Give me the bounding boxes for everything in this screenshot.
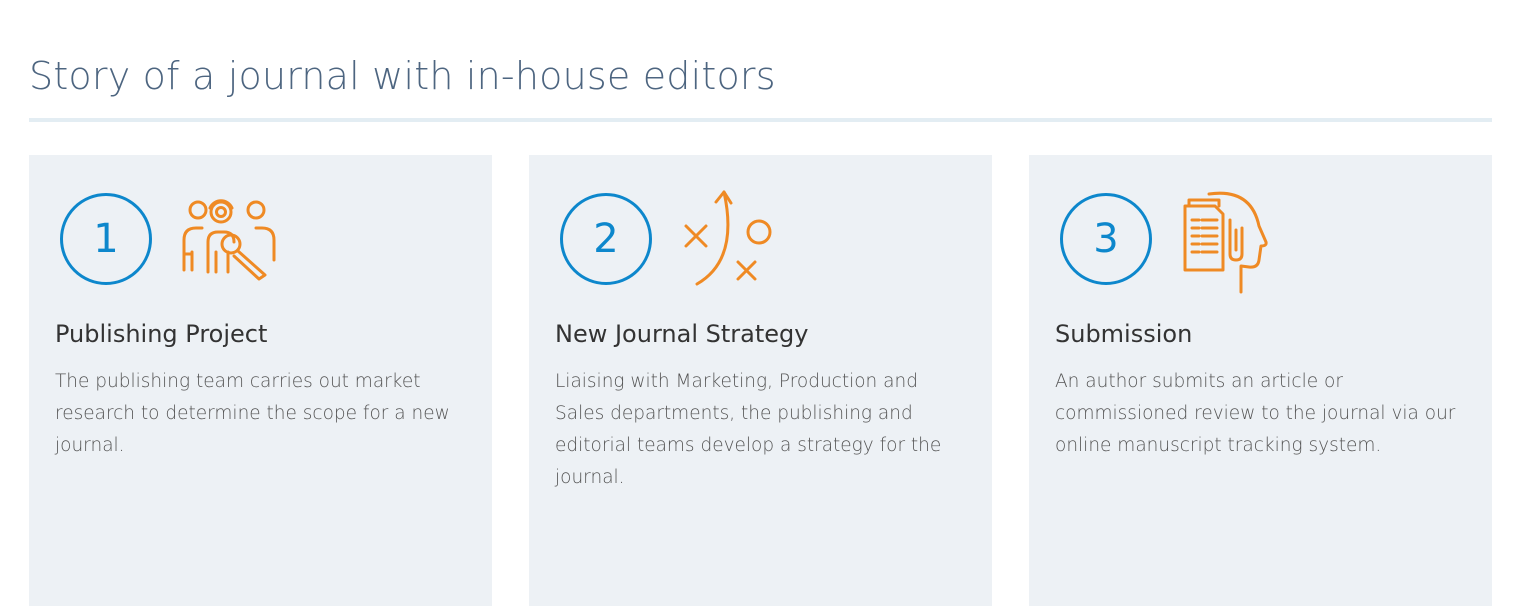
title-divider	[29, 118, 1492, 122]
step-card-new-journal-strategy: 2 New Journal Strategy Liaising with Mar…	[529, 155, 992, 606]
step-number-badge: 3	[1060, 193, 1152, 285]
step-card-submission: 3 Submission An author submits an articl…	[1029, 155, 1492, 606]
journal-story-section: Story of a journal with in-house editors…	[0, 0, 1522, 606]
step-title: New Journal Strategy	[555, 320, 809, 348]
strategy-play-icon	[679, 190, 779, 295]
step-title: Publishing Project	[55, 320, 268, 348]
step-description: Liaising with Marketing, Production and …	[555, 371, 942, 488]
step-card-publishing-project: 1 Publishing Project The publishing team…	[29, 155, 492, 606]
step-description: The publishing team carries out market r…	[55, 371, 450, 456]
manuscript-head-icon	[1179, 190, 1279, 295]
team-search-icon	[179, 190, 279, 295]
step-description: An author submits an article or commissi…	[1055, 371, 1456, 456]
step-number-badge: 2	[560, 193, 652, 285]
step-number-badge: 1	[60, 193, 152, 285]
page-title: Story of a journal with in-house editors	[29, 54, 776, 98]
step-title: Submission	[1055, 320, 1193, 348]
